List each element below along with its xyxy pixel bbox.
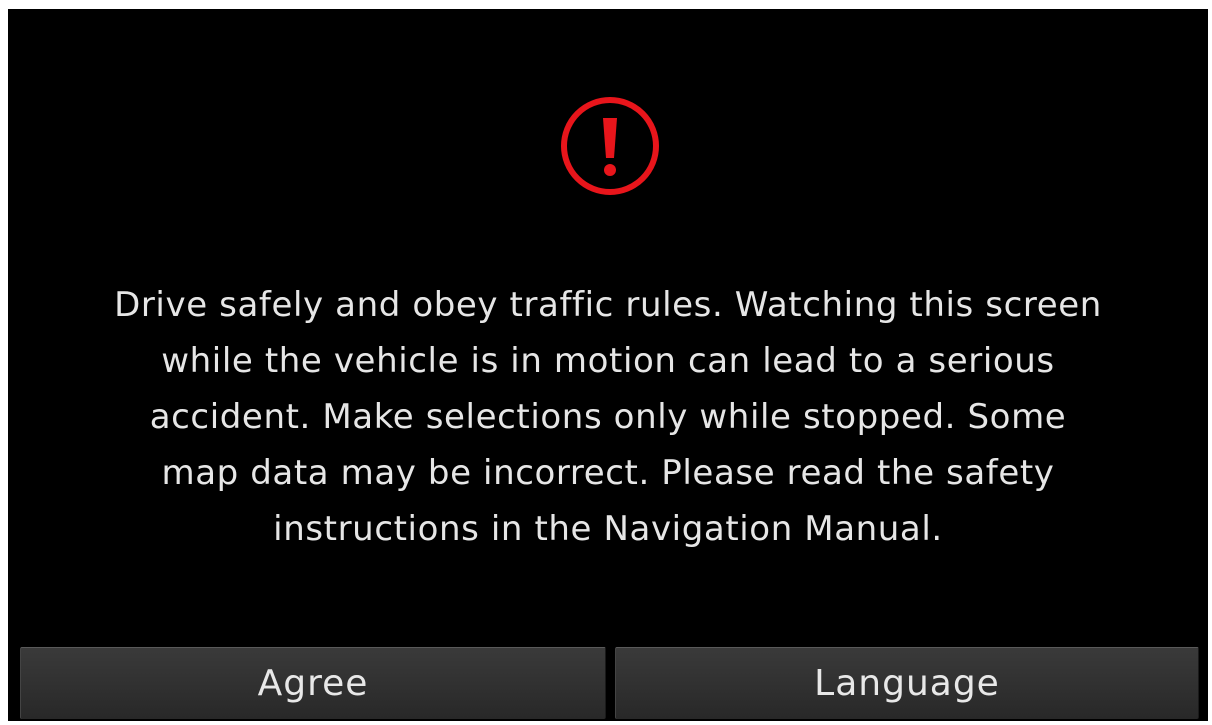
exclamation-icon bbox=[561, 97, 659, 195]
language-button-label: Language bbox=[814, 663, 1000, 704]
agree-button-label: Agree bbox=[257, 663, 369, 704]
language-button[interactable]: Language bbox=[615, 647, 1199, 719]
safety-warning-screen: Drive safely and obey traffic rules. Wat… bbox=[8, 9, 1208, 721]
safety-message: Drive safely and obey traffic rules. Wat… bbox=[114, 285, 1102, 549]
agree-button[interactable]: Agree bbox=[20, 647, 606, 719]
